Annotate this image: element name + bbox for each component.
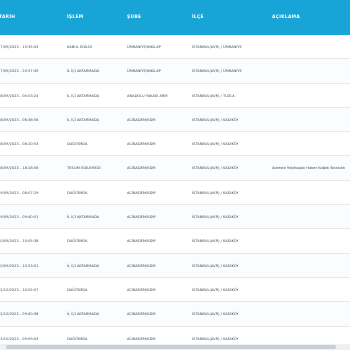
shipment-history-view: TARİH İŞLEM ŞUBE İLÇE AÇIKLAMA 27/09/202… [0, 0, 350, 350]
cell-date: 28/09/2023 - 00:03:24 [0, 93, 39, 98]
cell-branch: ACIBADEM/KDM [127, 166, 156, 171]
table-body: 27/09/2023 - 15:35:43 KABUL EDİLDİ ÜMRANİY… [0, 35, 350, 350]
cell-date: 30/09/2023 - 10:53:01 [0, 263, 39, 268]
table-row[interactable]: 27/09/2023 - 15:35:43 KABUL EDİLDİ ÜMRANİY… [0, 35, 350, 60]
cell-district: İSTANBUL(AVR) / KADIKÖY [192, 190, 239, 195]
table-row[interactable]: 27/09/2023 - 20:57:49 İL İÇİ AKTARMADA ÜMR… [0, 59, 350, 84]
cell-branch: ÜMRANİYE/INKILAP [127, 45, 161, 49]
table-row[interactable]: 28/09/2023 - 18:28:06 TESLİM EDİLEMEDİ ACI… [0, 156, 350, 181]
cell-branch: ACIBADEM/KDM [127, 117, 156, 122]
cell-branch: ACIBADEM/KDM [127, 263, 156, 268]
cell-operation: TESLİM EDİLEMEDİ [67, 166, 101, 171]
cell-branch: ACIBADEM/KDM [127, 287, 156, 292]
cell-branch: ACIBADEM/KDM [127, 142, 156, 147]
table-row[interactable]: 28/09/2023 - 00:03:24 İL İÇİ AKTARMADA ANA… [0, 84, 350, 108]
cell-date: 28/09/2023 - 08:20:53 [0, 142, 39, 147]
table-row[interactable]: 29/09/2023 - 08:07:29 DAĞITIMDA ACIBADEM/K… [0, 181, 350, 206]
cell-date: 02/10/2023 - 09:40:38 [0, 312, 39, 317]
horizontal-scrollbar[interactable] [0, 344, 350, 350]
table-row[interactable]: 02/10/2023 - 09:40:38 İL İÇİ AKTARMADA ACI… [0, 302, 350, 327]
table-row[interactable]: 28/09/2023 - 06:36:56 İL İÇİ AKTARMADA ACI… [0, 107, 350, 133]
table-row[interactable]: 28/09/2023 - 08:20:53 DAĞITIMDA ACIBADEM/K… [0, 132, 350, 157]
cell-district: İSTANBUL(AVR) / KADIKÖY [192, 287, 239, 292]
column-header-date[interactable]: TARİH [0, 0, 15, 35]
cell-operation: DAĞITIMDA [67, 287, 88, 292]
cell-branch: ÜMRANİYE/INKILAP [127, 69, 161, 74]
cell-branch: ACIBADEM/KDM [127, 312, 156, 317]
cell-district: İSTANBUL(AVR) / TUZLA [192, 93, 235, 98]
cell-district: İSTANBUL(AVR) / KADIKÖY [192, 142, 239, 147]
cell-date: 29/09/2023 - 09:40:51 [0, 215, 39, 220]
cell-branch: ACIBADEM/KDM [127, 190, 156, 195]
cell-date: 27/09/2023 - 20:57:49 [0, 69, 39, 74]
cell-operation: İL İÇİ AKTARMADA [67, 69, 100, 74]
cell-district: İSTANBUL(AVR) / KADIKÖY [192, 117, 239, 122]
cell-district: İSTANBUL(AVR) / KADIKÖY [192, 166, 239, 171]
table-row[interactable]: 30/09/2023 - 10:05:38 DAĞITIMDA ACIBADEM/K… [0, 229, 350, 254]
cell-operation: DAĞITIMDA [67, 190, 88, 195]
cell-operation: İL İÇİ AKTARMADA [67, 312, 100, 317]
cell-district: İSTANBUL(AVR) / ÜMRANİYE [192, 45, 242, 49]
cell-operation: İL İÇİ AKTARMADA [67, 263, 100, 268]
cell-branch: ANADOLU YAKASI ARM [127, 93, 168, 98]
table-header: TARİH İŞLEM ŞUBE İLÇE AÇIKLAMA [0, 0, 350, 35]
column-header-district[interactable]: İLÇE [192, 0, 204, 35]
cell-district: İSTANBUL(AVR) / KADIKÖY [192, 312, 239, 317]
cell-date: 28/09/2023 - 06:36:56 [0, 117, 39, 122]
column-header-description[interactable]: AÇIKLAMA [272, 0, 300, 35]
table-row[interactable]: 29/09/2023 - 09:40:51 İL İÇİ AKTARMADA ACI… [0, 205, 350, 230]
cell-operation: DAĞITIMDA [67, 239, 88, 244]
cell-branch: ACIBADEM/KDM [127, 239, 156, 244]
column-header-operation[interactable]: İŞLEM [67, 0, 83, 35]
cell-date: 30/09/2023 - 10:05:38 [0, 239, 39, 244]
cell-district: İSTANBUL(AVR) / KADIKÖY [192, 239, 239, 244]
cell-operation: İL İÇİ AKTARMADA [67, 215, 100, 220]
cell-date: 29/09/2023 - 08:07:29 [0, 190, 39, 195]
cell-operation: İL İÇİ AKTARMADA [67, 117, 100, 122]
cell-district: İSTANBUL(AVR) / KADIKÖY [192, 263, 239, 268]
cell-operation: DAĞITIMDA [67, 142, 88, 147]
cell-operation: İL İÇİ AKTARMADA [67, 93, 100, 98]
cell-district: İSTANBUL(AVR) / KADIKÖY [192, 215, 239, 220]
cell-branch: ACIBADEM/KDM [127, 215, 156, 220]
cell-date: 02/10/2023 - 10:02:07 [0, 287, 39, 292]
cell-date: 28/09/2023 - 18:28:06 [0, 166, 39, 171]
cell-operation: KABUL EDİLDİ [67, 45, 92, 49]
column-header-branch[interactable]: ŞUBE [127, 0, 141, 35]
cell-date: 27/09/2023 - 15:35:43 [0, 45, 39, 49]
table-row[interactable]: 02/10/2023 - 10:02:07 DAĞITIMDA ACIBADEM/K… [0, 278, 350, 303]
cell-description: Adreste Yok/Kapalı Haber Kağıdı Bırakıld… [272, 166, 345, 171]
scrollbar-thumb[interactable] [6, 345, 336, 349]
cell-district: İSTANBUL(AVR) / ÜMRANİYE [192, 69, 242, 74]
table-row[interactable]: 30/09/2023 - 10:53:01 İL İÇİ AKTARMADA ACI… [0, 253, 350, 278]
